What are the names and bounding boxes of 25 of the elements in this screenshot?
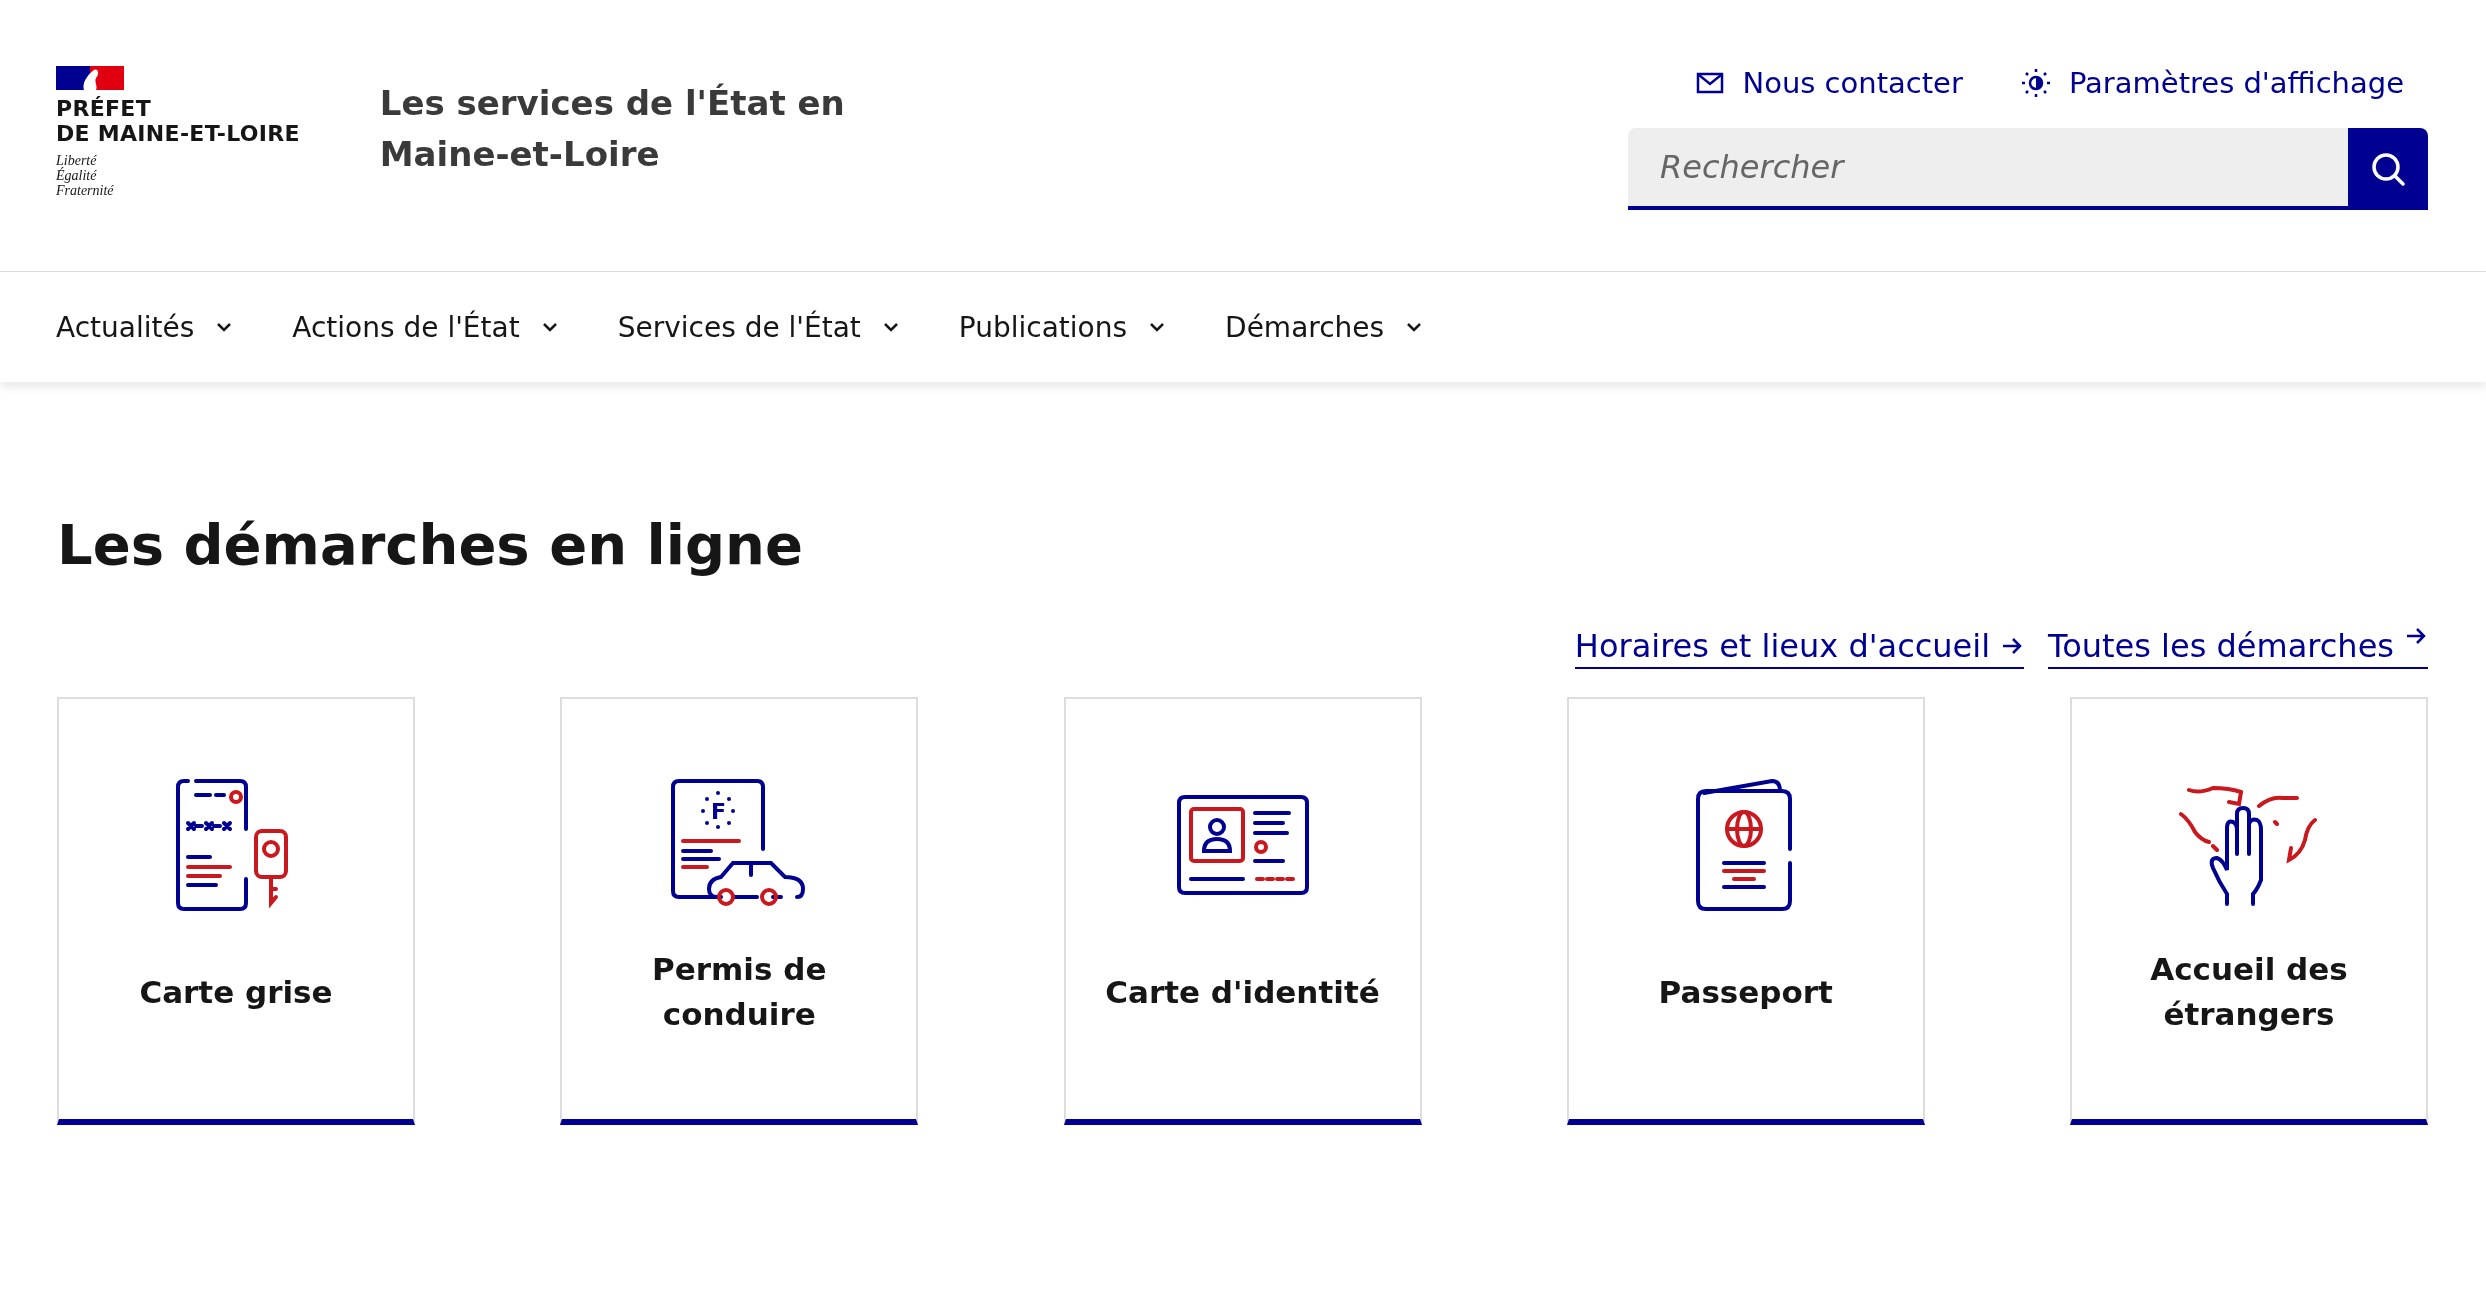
nav-menu-item[interactable]: Publications xyxy=(958,310,1168,344)
nav-menu-item[interactable]: Démarches xyxy=(1225,310,1425,344)
nav-menu-item[interactable]: Services de l'État xyxy=(617,310,901,344)
page-heading: Les démarches en ligne xyxy=(57,512,804,577)
hands-icon xyxy=(2179,784,2319,906)
link[interactable]: Toutes les démarches xyxy=(2048,627,2428,669)
id-card-icon xyxy=(1176,795,1309,895)
service-card[interactable]: Carte grise xyxy=(57,697,415,1125)
search-button[interactable] xyxy=(2348,128,2428,210)
service-card[interactable]: F Permis de conduire xyxy=(560,697,919,1125)
nav-menu-item[interactable]: Actualités xyxy=(56,310,235,344)
search-field[interactable]: Rechercher xyxy=(1628,128,2348,210)
brightness-icon xyxy=(2020,68,2051,98)
logo-title: PRÉFET DE MAINE-ET-LOIRE xyxy=(56,96,300,147)
logo-motto: Liberté Égalité Fraternité xyxy=(56,152,115,199)
service-card[interactable]: Accueil des étrangers xyxy=(2070,697,2428,1125)
link[interactable]: Horaires et lieux d'accueil xyxy=(1574,627,2025,669)
service-card[interactable]: Passeport xyxy=(1566,697,1925,1125)
nav-menu-item[interactable]: Actions de l'État xyxy=(292,310,560,344)
header-link[interactable]: Paramètres d'affichage xyxy=(2020,66,2404,100)
site-title: Les services de l'État en Maine-et-Loire xyxy=(379,82,846,176)
flag-icon xyxy=(56,66,124,90)
mail-icon xyxy=(1696,71,1725,95)
service-card[interactable]: Carte d'identité xyxy=(1063,697,1422,1125)
header-link[interactable]: Nous contacter xyxy=(1696,66,1963,100)
